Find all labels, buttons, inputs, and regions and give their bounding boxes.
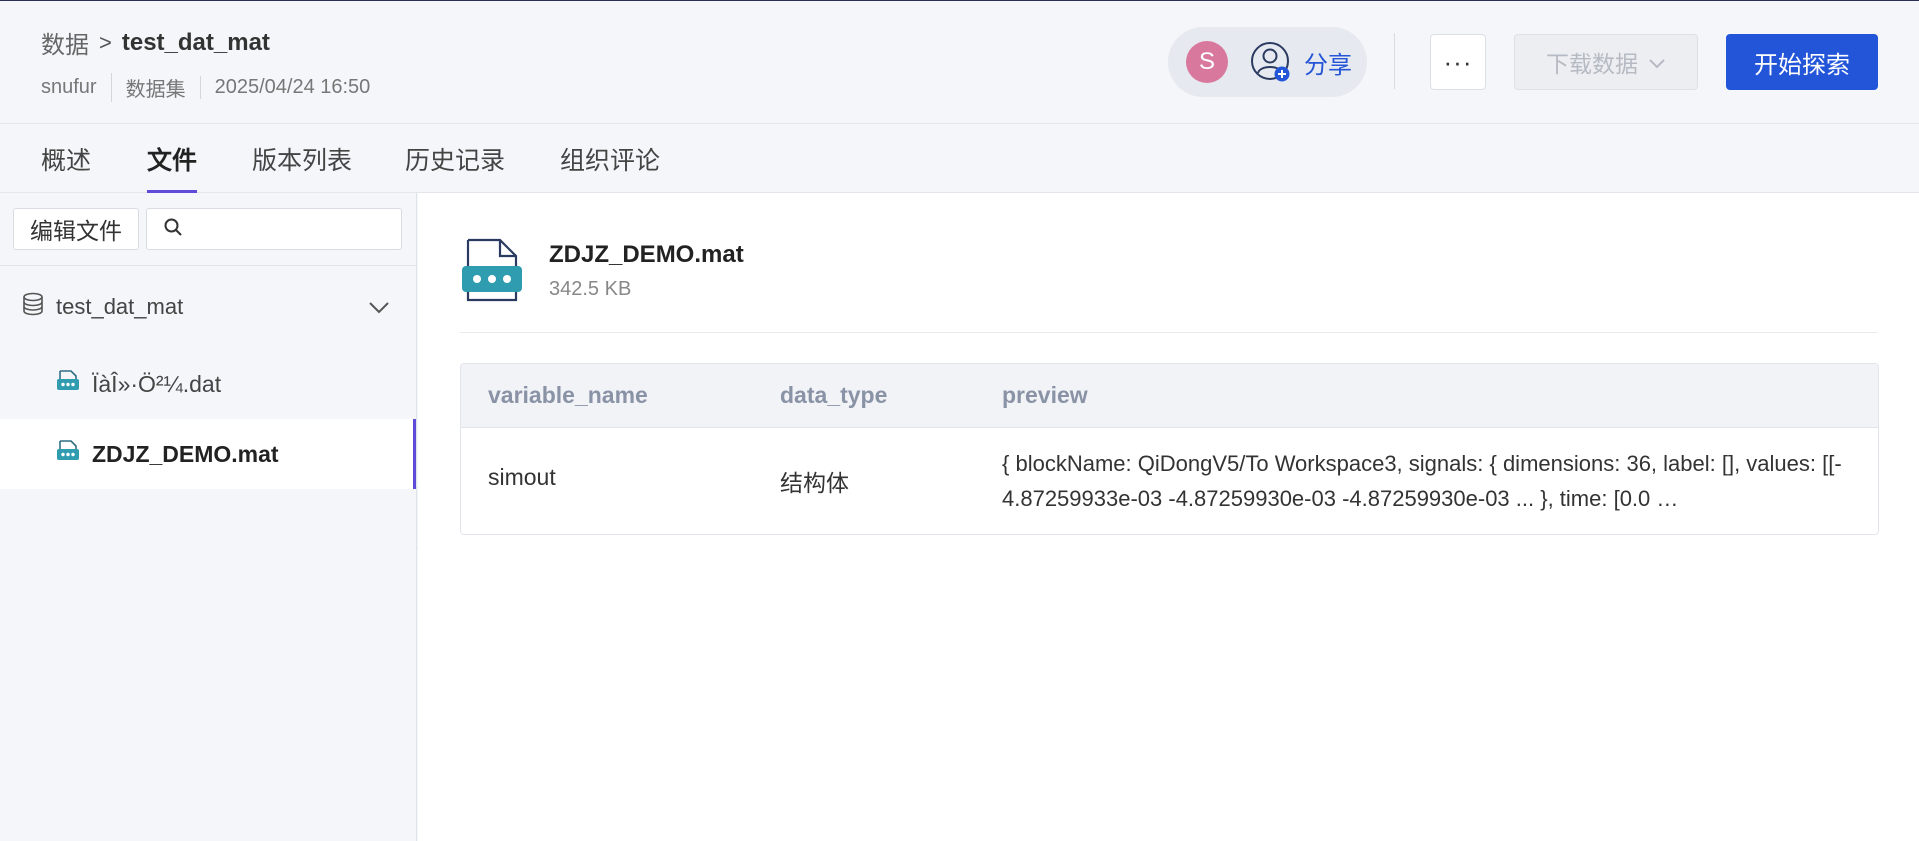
tab-overview[interactable]: 概述 (41, 141, 91, 193)
chevron-down-icon[interactable] (368, 295, 390, 321)
file-icon (56, 370, 80, 398)
file-search[interactable] (146, 208, 402, 250)
page-header: 数据 > test_dat_mat snufur 数据集 2025/04/24 … (0, 1, 1919, 123)
avatar[interactable]: S (1186, 41, 1228, 83)
tree-root-label: test_dat_mat (56, 294, 184, 319)
database-icon (22, 292, 44, 322)
column-header-variable-name: variable_name (488, 382, 648, 408)
file-size: 342.5 KB (549, 278, 632, 300)
tree-item-file[interactable]: ÏàÎ»·Ö²¼.dat (0, 349, 416, 419)
tree-item-file-selected[interactable]: ZDJZ_DEMO.mat (0, 419, 416, 489)
sidebar-divider (0, 265, 416, 266)
tab-history[interactable]: 历史记录 (405, 141, 505, 193)
variables-table: variable_name data_type preview simout 结… (460, 363, 1879, 535)
download-data-label: 下载数据 (1546, 51, 1638, 77)
tab-comments[interactable]: 组织评论 (560, 141, 660, 193)
column-header-data-type: data_type (780, 382, 888, 408)
tab-files[interactable]: 文件 (147, 141, 198, 193)
file-icon (56, 440, 80, 468)
share-button[interactable]: 分享 (1304, 45, 1352, 80)
updated-date: 2025/04/24 16:50 (199, 76, 385, 99)
breadcrumb-parent[interactable]: 数据 (41, 25, 89, 60)
file-sidebar: 编辑文件 test_dat_mat ÏàÎ»·Ö²¼.dat ZDJZ_DEMO… (0, 193, 417, 841)
table-header: variable_name data_type preview (461, 364, 1878, 428)
tree-item-label: ÏàÎ»·Ö²¼.dat (92, 370, 222, 397)
tree-root-dataset[interactable]: test_dat_mat (0, 281, 416, 333)
search-input[interactable] (193, 218, 393, 240)
file-icon (460, 238, 524, 309)
column-header-preview: preview (1002, 382, 1088, 408)
tree-item-label: ZDJZ_DEMO.mat (92, 440, 279, 467)
cell-preview: { blockName: QiDongV5/To Workspace3, sig… (1002, 451, 1842, 511)
search-icon (163, 217, 183, 242)
content-divider (460, 332, 1878, 333)
tab-bar: 概述 文件 版本列表 历史记录 组织评论 (0, 123, 1919, 193)
start-explore-button[interactable]: 开始探索 (1726, 34, 1878, 90)
cell-data-type: 结构体 (780, 470, 849, 496)
tab-versions[interactable]: 版本列表 (252, 141, 352, 193)
breadcrumb-current: test_dat_mat (121, 28, 270, 56)
add-user-icon[interactable] (1250, 41, 1292, 83)
edit-files-button[interactable]: 编辑文件 (13, 208, 139, 250)
dataset-type: 数据集 (110, 73, 200, 102)
download-data-button[interactable]: 下载数据 (1514, 34, 1698, 90)
breadcrumb: 数据 > test_dat_mat (41, 25, 270, 60)
table-row: simout 结构体 { blockName: QiDongV5/To Work… (461, 428, 1878, 534)
cell-variable-name: simout (488, 464, 556, 490)
header-divider (1394, 33, 1395, 89)
file-preview-panel: ZDJZ_DEMO.mat 342.5 KB variable_name dat… (418, 193, 1919, 841)
more-options-button[interactable]: ··· (1430, 34, 1486, 90)
breadcrumb-separator: > (99, 29, 112, 55)
dataset-meta: snufur 数据集 2025/04/24 16:50 (41, 73, 384, 102)
file-title: ZDJZ_DEMO.mat (549, 241, 744, 268)
owner-name: snufur (41, 76, 97, 98)
share-group: S 分享 (1168, 27, 1367, 97)
chevron-down-icon (1648, 49, 1666, 76)
